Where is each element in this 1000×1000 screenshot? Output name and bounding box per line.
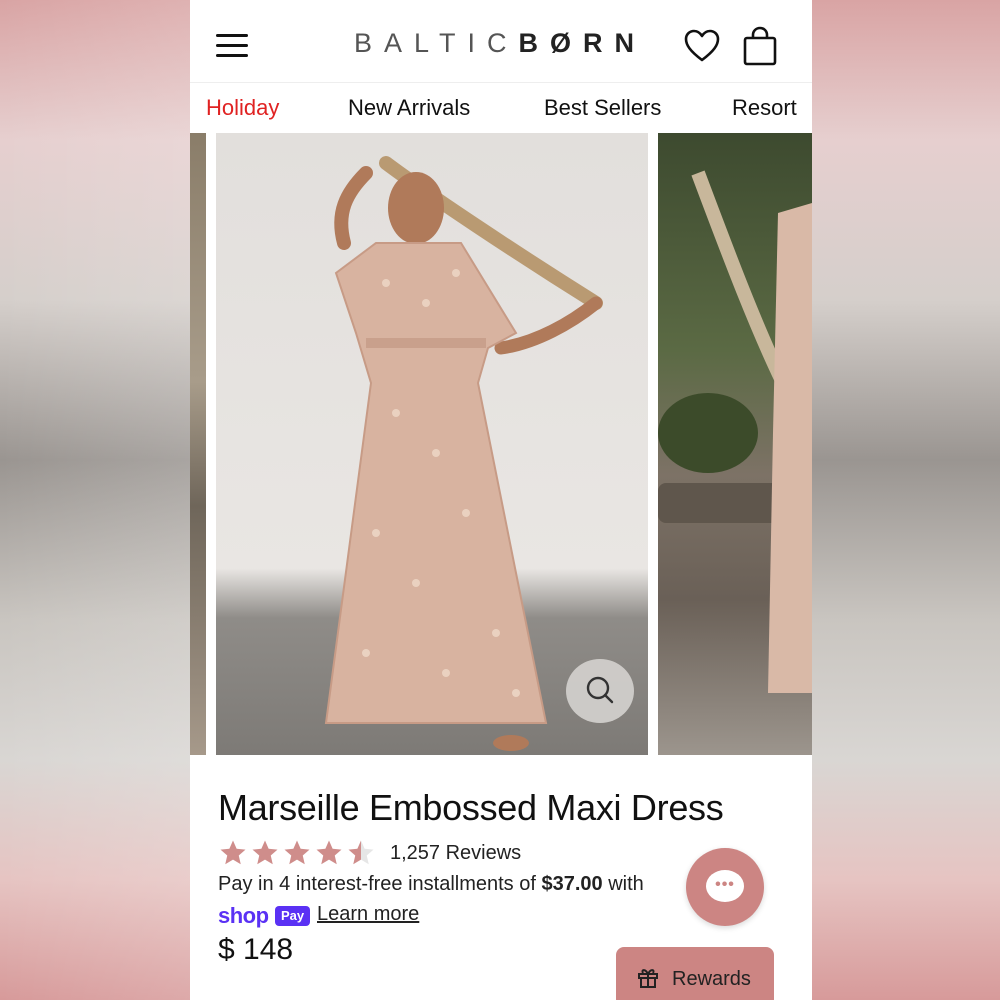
- backdrop-left: [0, 0, 190, 1000]
- shoppay-word: shop: [218, 903, 269, 928]
- product-title: Marseille Embossed Maxi Dress: [218, 787, 724, 828]
- product-price: $ 148: [218, 933, 294, 966]
- previous-slide-image[interactable]: [190, 133, 206, 755]
- half-star-icon: [348, 840, 374, 865]
- site-header: BALTICBØRN: [190, 0, 812, 82]
- search-icon: [586, 676, 614, 704]
- rewards-label: Rewards: [672, 968, 751, 990]
- rewards-button[interactable]: Rewards: [616, 947, 774, 1000]
- learn-more-link[interactable]: Learn more: [317, 903, 419, 926]
- next-slide-image[interactable]: [658, 133, 812, 755]
- chat-button[interactable]: •••: [686, 848, 764, 926]
- phone-screen: BALTICBØRN Holiday New Arrivals Best Sel…: [190, 0, 812, 1000]
- shoppay-pill: Pay: [275, 906, 311, 926]
- nav-item-resort[interactable]: Resort: [732, 95, 797, 121]
- site-logo[interactable]: BALTICBØRN: [340, 28, 660, 59]
- star-icon: [316, 840, 342, 865]
- review-count[interactable]: 1,257 Reviews: [390, 842, 521, 865]
- menu-icon[interactable]: [216, 34, 248, 58]
- installments-suffix: with: [602, 873, 644, 895]
- star-icon: [284, 840, 310, 865]
- outdoor-scene-illustration: [658, 170, 812, 693]
- chat-icon: •••: [706, 870, 744, 902]
- star-icon: [252, 840, 278, 865]
- bag-icon[interactable]: [742, 26, 778, 66]
- nav-item-holiday[interactable]: Holiday: [206, 95, 279, 121]
- nav-item-new-arrivals[interactable]: New Arrivals: [348, 95, 470, 121]
- gift-icon: [638, 969, 658, 988]
- installments-text: Pay in 4 interest-free installments of $…: [218, 873, 644, 896]
- installments-amount: $37.00: [541, 873, 603, 895]
- nav-item-best-sellers[interactable]: Best Sellers: [544, 95, 661, 121]
- heart-icon[interactable]: [684, 29, 720, 63]
- product-image-carousel[interactable]: [190, 133, 812, 755]
- logo-text-left: BALTIC: [353, 28, 519, 58]
- category-nav: Holiday New Arrivals Best Sellers Resort: [190, 82, 812, 133]
- zoom-button[interactable]: [566, 659, 634, 723]
- star-icon: [220, 840, 246, 865]
- logo-text-right: BØRN: [518, 28, 647, 58]
- installments-prefix: Pay in 4 interest-free installments of: [218, 873, 542, 895]
